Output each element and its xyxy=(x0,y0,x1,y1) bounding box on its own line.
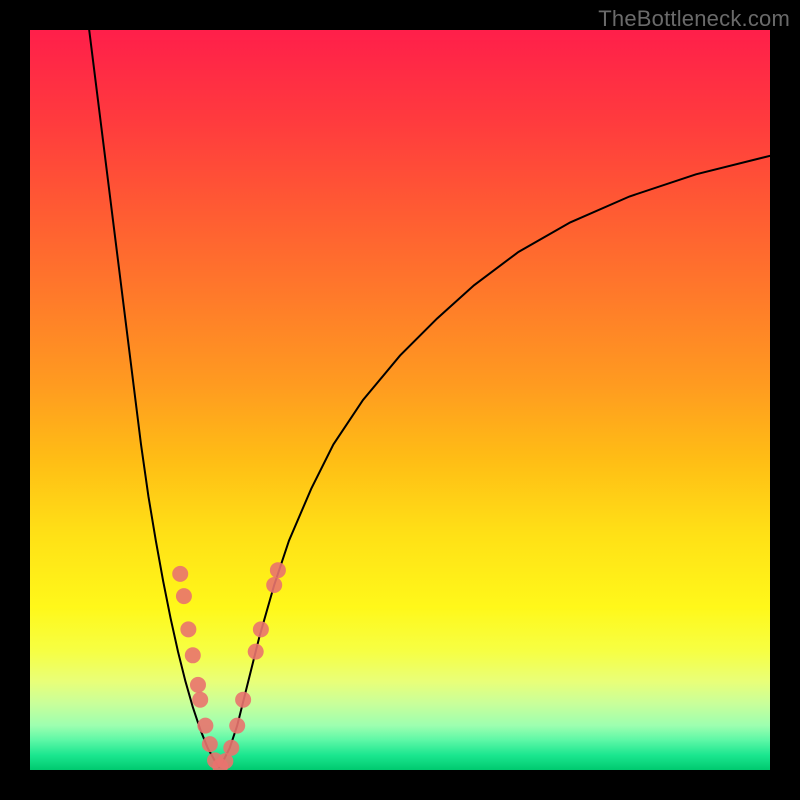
marker-point xyxy=(266,577,282,593)
marker-point xyxy=(190,677,206,693)
marker-point xyxy=(202,736,218,752)
plot-area xyxy=(30,30,770,770)
chart-svg xyxy=(30,30,770,770)
marker-point xyxy=(235,692,251,708)
marker-point xyxy=(253,621,269,637)
marker-point xyxy=(270,562,286,578)
marker-point xyxy=(176,588,192,604)
series-curve-right xyxy=(219,156,770,767)
marker-point xyxy=(180,621,196,637)
chart-container: TheBottleneck.com xyxy=(0,0,800,800)
marker-point xyxy=(223,740,239,756)
watermark-text: TheBottleneck.com xyxy=(598,6,790,32)
marker-point xyxy=(248,644,264,660)
marker-point xyxy=(197,718,213,734)
marker-point xyxy=(185,647,201,663)
marker-point xyxy=(172,566,188,582)
marker-point xyxy=(192,692,208,708)
marker-point xyxy=(229,718,245,734)
